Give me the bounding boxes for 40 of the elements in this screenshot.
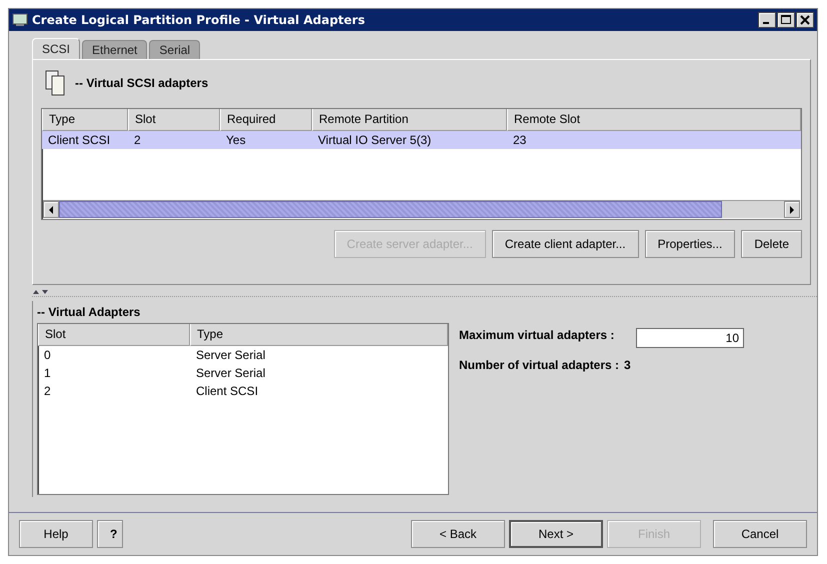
section-heading: -- Virtual SCSI adapters	[75, 76, 208, 90]
section-heading: -- Virtual Adapters	[37, 305, 142, 319]
minimize-icon[interactable]	[758, 12, 776, 28]
wizard-button[interactable]: Next >	[509, 520, 603, 548]
table-row[interactable]: 0 Server Serial	[38, 346, 448, 364]
table-row[interactable]: 2 Client SCSI	[38, 382, 448, 400]
column-header[interactable]: Required	[220, 109, 312, 131]
help-topic-button[interactable]: ?	[97, 520, 123, 548]
count-label: Number of virtual adapters :	[459, 358, 620, 372]
adapter-button[interactable]: Create client adapter...	[492, 230, 639, 258]
tab[interactable]: Serial	[149, 40, 200, 59]
column-header[interactable]: Slot	[38, 324, 190, 346]
left-arrow-icon	[49, 206, 53, 214]
column-header[interactable]: Remote Partition	[312, 109, 507, 131]
wizard-button[interactable]: Cancel	[713, 520, 807, 548]
table-row[interactable]: Client SCSI 2 Yes Virtual IO Server 5(3) 23	[42, 131, 801, 149]
scroll-left-button[interactable]	[43, 201, 59, 218]
count-value: 3	[624, 358, 632, 372]
window-title: Create Logical Partition Profile - Virtual Adapters	[32, 13, 366, 27]
wizard-button[interactable]: < Back	[411, 520, 505, 548]
column-header[interactable]: Remote Slot	[507, 109, 801, 131]
window-icon	[12, 13, 28, 27]
splitter-arrows-icon[interactable]	[32, 289, 50, 295]
right-arrow-icon	[790, 206, 794, 214]
table-row[interactable]: 1 Server Serial	[38, 364, 448, 382]
column-header[interactable]: Slot	[128, 109, 220, 131]
maximize-icon[interactable]	[777, 12, 795, 28]
scroll-right-button[interactable]	[784, 201, 800, 218]
tab[interactable]: SCSI	[32, 38, 80, 59]
column-header[interactable]: Type	[42, 109, 128, 131]
help-button[interactable]: Help	[19, 520, 93, 548]
adapter-button[interactable]: Properties...	[644, 230, 736, 258]
tab[interactable]: Ethernet	[82, 40, 148, 59]
adapter-button[interactable]: Delete	[741, 230, 802, 258]
field-label: Maximum virtual adapters :	[459, 328, 616, 344]
input-field[interactable]: 10	[636, 328, 744, 348]
documents-icon	[45, 70, 67, 96]
scrollbar-thumb[interactable]	[59, 201, 722, 218]
column-header[interactable]: Type	[190, 324, 448, 346]
close-icon[interactable]	[796, 12, 814, 28]
